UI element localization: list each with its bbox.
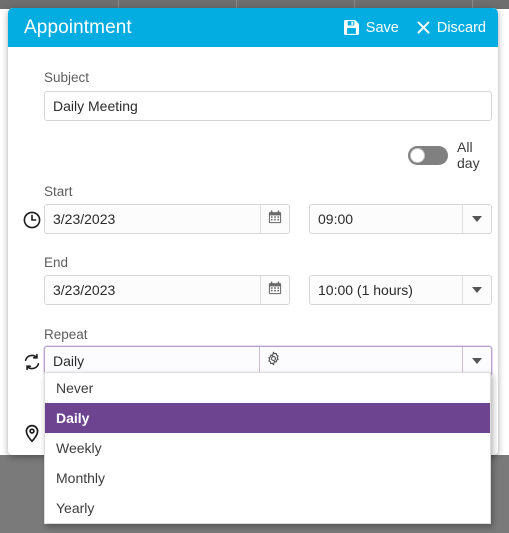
- start-date-picker-button[interactable]: [260, 205, 289, 233]
- subject-input[interactable]: Daily Meeting: [44, 91, 492, 121]
- end-time-dropdown-button[interactable]: [462, 276, 491, 304]
- clock-icon: [22, 210, 42, 230]
- repeat-option-weekly[interactable]: Weekly: [45, 433, 490, 463]
- repeat-option-monthly[interactable]: Monthly: [45, 463, 490, 493]
- start-date-value: 3/23/2023: [53, 211, 116, 227]
- calendar-icon: [268, 209, 282, 229]
- all-day-label: All day: [457, 139, 480, 171]
- all-day-toggle[interactable]: All day: [408, 139, 498, 171]
- calendar-icon: [268, 280, 282, 300]
- discard-label: Discard: [436, 19, 486, 36]
- close-x-icon: [417, 21, 430, 34]
- titlebar-actions: Save Discard: [343, 8, 486, 47]
- all-day-toggle-track[interactable]: [408, 145, 448, 165]
- chevron-down-icon: [472, 216, 482, 222]
- dialog-titlebar: Appointment Save Discard: [8, 8, 498, 47]
- repeat-option-never[interactable]: Never: [45, 373, 490, 403]
- repeat-value: Daily: [53, 353, 85, 369]
- end-label: End: [44, 255, 69, 270]
- all-day-toggle-knob: [410, 147, 425, 163]
- chevron-down-icon: [472, 358, 482, 364]
- start-time-value: 09:00: [318, 211, 354, 227]
- end-date-picker-button[interactable]: [260, 276, 289, 304]
- subject-label: Subject: [44, 70, 90, 85]
- repeat-option-daily[interactable]: Daily: [45, 403, 490, 433]
- repeat-dropdown-list[interactable]: Never Daily Weekly Monthly Yearly: [44, 372, 491, 524]
- repeat-icon: [22, 352, 42, 372]
- repeat-dropdown-button[interactable]: [462, 347, 491, 375]
- location-pin-icon: [22, 423, 42, 443]
- gear-icon: [266, 351, 281, 371]
- repeat-option-yearly[interactable]: Yearly: [45, 493, 490, 523]
- start-time-select[interactable]: 09:00: [309, 204, 492, 234]
- start-time-dropdown-button[interactable]: [462, 205, 491, 233]
- end-time-select[interactable]: 10:00 (1 hours): [309, 275, 492, 305]
- repeat-label: Repeat: [44, 327, 88, 342]
- end-date-value: 3/23/2023: [53, 282, 116, 298]
- start-label: Start: [44, 184, 73, 199]
- repeat-settings-button[interactable]: [258, 347, 288, 375]
- start-date-input[interactable]: 3/23/2023: [44, 204, 290, 234]
- chevron-down-icon: [472, 287, 482, 293]
- discard-button[interactable]: Discard: [417, 20, 486, 36]
- subject-value: Daily Meeting: [53, 98, 138, 114]
- page-title: Appointment: [24, 16, 132, 38]
- save-floppy-icon: [343, 20, 359, 35]
- end-date-input[interactable]: 3/23/2023: [44, 275, 290, 305]
- save-button[interactable]: Save: [343, 19, 399, 36]
- end-time-value: 10:00 (1 hours): [318, 282, 413, 298]
- save-label: Save: [365, 19, 399, 36]
